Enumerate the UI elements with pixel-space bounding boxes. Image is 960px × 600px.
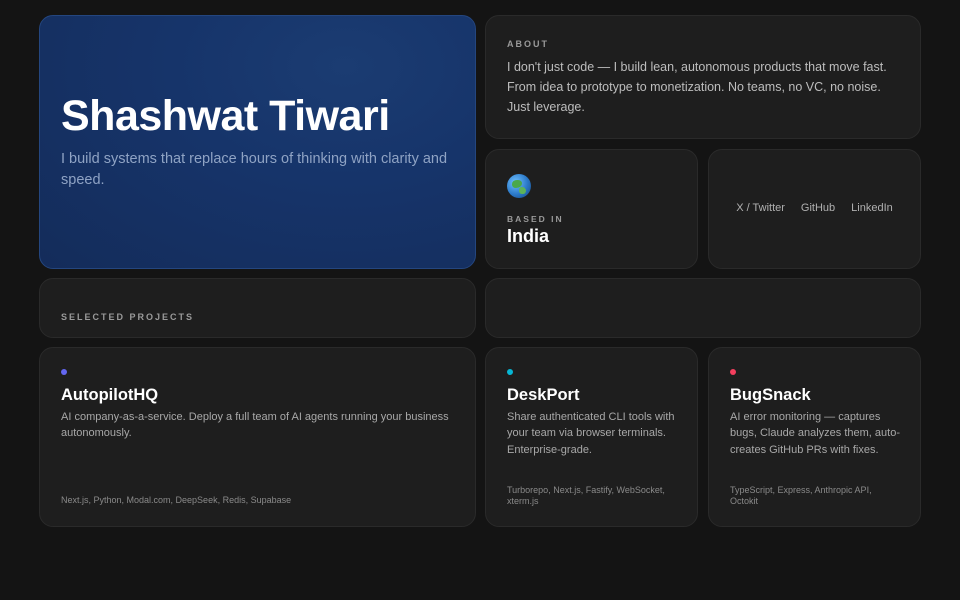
linkedin-link[interactable]: LinkedIn (851, 202, 893, 214)
location-value: India (507, 226, 550, 246)
project-description: Share authenticated CLI tools with your … (507, 411, 675, 456)
social-card: X / Twitter GitHub LinkedIn (708, 149, 921, 269)
project-accent-dot (61, 369, 67, 375)
project-card-deskport[interactable]: DeskPort Share authenticated CLI tools w… (485, 347, 698, 527)
globe-icon (507, 174, 531, 198)
social-links: X / Twitter GitHub LinkedIn (709, 202, 920, 214)
location-card: BASED IN India (485, 149, 698, 269)
project-tech-stack: Turborepo, Next.js, Fastify, WebSocket, … (507, 485, 665, 506)
about-card: ABOUT I don't just code — I build lean, … (485, 15, 921, 139)
twitter-link[interactable]: X / Twitter (736, 202, 785, 214)
hero-name: Shashwat Tiwari (61, 92, 390, 140)
github-link[interactable]: GitHub (801, 202, 835, 214)
empty-card (485, 278, 921, 338)
location-label: BASED IN (507, 214, 564, 224)
project-tech-stack: TypeScript, Express, Anthropic API, Octo… (730, 485, 872, 506)
project-description: AI company-as-a-service. Deploy a full t… (61, 411, 449, 440)
project-title: AutopilotHQ (61, 386, 159, 404)
project-title: BugSnack (730, 386, 811, 404)
project-accent-dot (730, 369, 736, 375)
project-description: AI error monitoring — captures bugs, Cla… (730, 411, 900, 456)
projects-label: SELECTED PROJECTS (61, 312, 195, 322)
about-text: I don't just code — I build lean, autono… (507, 60, 887, 114)
hero-card: Shashwat Tiwari I build systems that rep… (39, 15, 476, 269)
project-card-autopilothq[interactable]: AutopilotHQ AI company-as-a-service. Dep… (39, 347, 476, 527)
projects-header-card: SELECTED PROJECTS (39, 278, 476, 338)
project-title: DeskPort (507, 386, 580, 404)
project-tech-stack: Next.js, Python, Modal.com, DeepSeek, Re… (61, 495, 292, 505)
about-label: ABOUT (507, 39, 549, 49)
hero-tagline: I build systems that replace hours of th… (61, 151, 448, 188)
project-card-bugsnack[interactable]: BugSnack AI error monitoring — captures … (708, 347, 921, 527)
project-accent-dot (507, 369, 513, 375)
